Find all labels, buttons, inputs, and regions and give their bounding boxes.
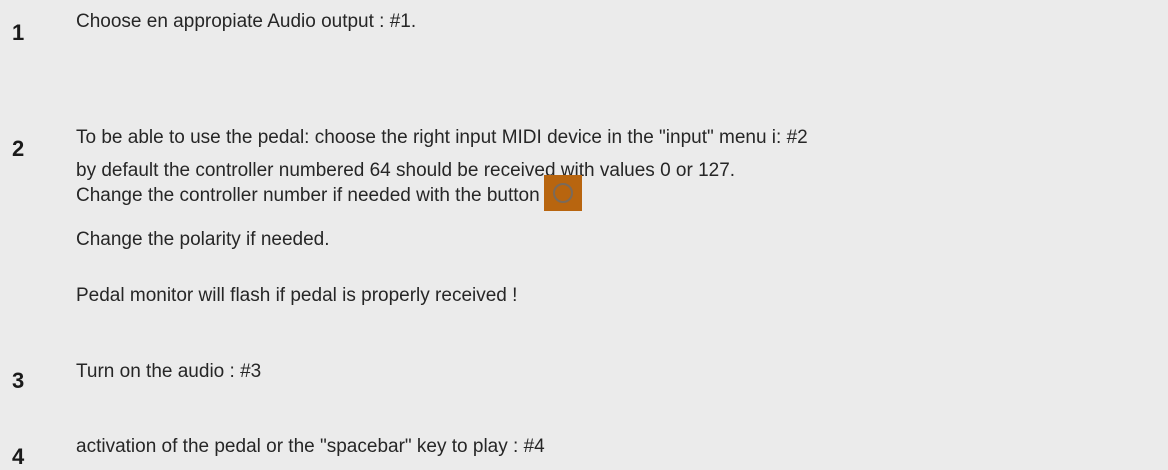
controller-number-button[interactable] (543, 175, 582, 211)
pedal-monitor-text: Pedal monitor will flash if pedal is pro… (76, 285, 518, 306)
step-3-text: Turn on the audio : #3 (76, 361, 262, 382)
polarity-text: Change the polarity if needed. (76, 229, 330, 250)
step-1-number: 1 (12, 20, 25, 45)
step-4-text: activation of the pedal or the "spacebar… (76, 436, 545, 457)
controller-change-text: Change the controller number if needed w… (76, 185, 540, 207)
step-4-number: 4 (12, 444, 25, 469)
step-1-text: Choose en appropiate Audio output : #1. (76, 11, 417, 32)
step-2-number: 2 (12, 136, 25, 161)
step-2-text-line-1: To be able to use the pedal: choose the … (76, 127, 808, 148)
step-2-text-line-3: Change the controller number if needed w… (76, 175, 582, 214)
step-3-number: 3 (12, 368, 25, 393)
circle-ring-icon (552, 183, 573, 203)
